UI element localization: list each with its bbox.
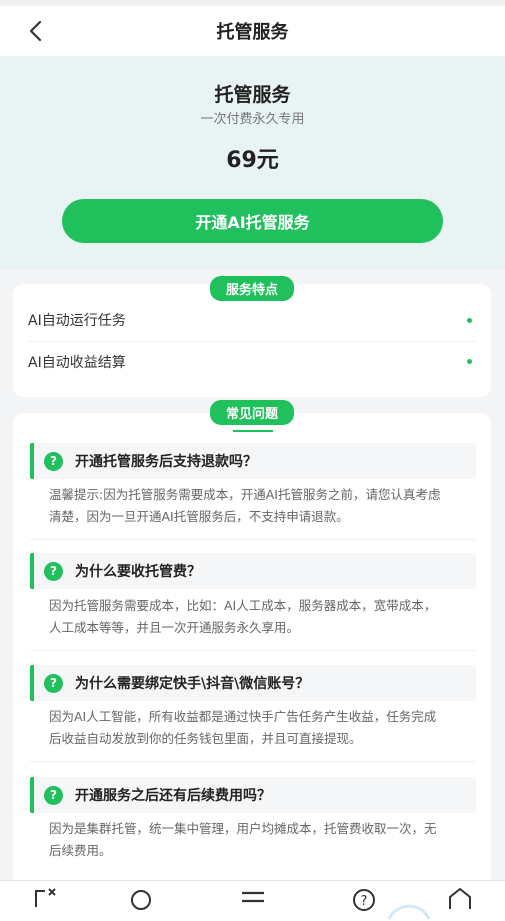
svg-text:?: ? (361, 894, 368, 909)
home-icon[interactable] (447, 885, 473, 911)
faq-answer-line: 后续费用。 (49, 843, 112, 858)
features-card: 服务特点 AI自动运行任务 AI自动收益结算 (13, 276, 491, 397)
help-icon[interactable]: ? (351, 885, 377, 911)
faq-question[interactable]: ? 为什么要收托管费？ (30, 553, 476, 589)
faq-answer-line: 人工成本等等，并且一次开通服务永久享用。 (49, 620, 300, 635)
menu-icon[interactable] (240, 885, 266, 911)
feature-item: AI自动收益结算 (28, 341, 476, 381)
navbar: 托管服务 (0, 6, 505, 56)
features-badge: 服务特点 (209, 276, 295, 301)
bottom-toolbar: ? (0, 880, 505, 921)
back-button[interactable] (22, 16, 48, 46)
faq-answer: 因为是集群托管，统一集中管理，用户均摊成本，托管费收取一次，无 后续费用。 (49, 818, 469, 862)
faq-answer: 因为托管服务需要成本，比如：AI人工成本，服务器成本，宽带成本， 人工成本等等，… (49, 595, 469, 639)
faq-question[interactable]: ? 开通服务之后还有后续费用吗？ (30, 777, 476, 813)
faq-answer-line: 因为是集群托管，统一集中管理，用户均摊成本，托管费收取一次，无 (49, 821, 437, 836)
feature-item: AI自动运行任务 (28, 300, 476, 340)
page-title: 托管服务 (216, 22, 289, 43)
faq-question[interactable]: ? 开通托管服务后支持退款吗？ (30, 443, 476, 479)
feature-label: AI自动收益结算 (28, 354, 126, 371)
faq-answer: 温馨提示:因为托管服务需要成本，开通AI托管服务之前，请您认真考虑 清楚，因为一… (49, 484, 469, 528)
chevron-left-icon (29, 20, 42, 42)
hero-section: 托管服务 一次付费永久专用 69元 开通AI托管服务 (0, 56, 505, 270)
divider (30, 650, 476, 651)
service-title: 托管服务 (214, 84, 291, 106)
faq-question-text: 为什么需要绑定快手\抖音\微信账号？ (75, 676, 310, 692)
faq-answer-line: 因为AI人工智能，所有收益都是通过快手广告任务产生收益，任务完成 (49, 709, 437, 724)
question-icon: ? (44, 561, 63, 581)
feature-label: AI自动运行任务 (28, 313, 126, 329)
faq-answer-line: 后收益自动发放到你的任务钱包里面，并且可直接提现。 (49, 731, 362, 746)
screenshot-icon[interactable] (33, 885, 59, 911)
faq-card: 常见问题 ? 开通托管服务后支持退款吗？ 温馨提示:因为托管服务需要成本，开通A… (13, 400, 491, 903)
service-price: 69元 (226, 148, 279, 173)
highlight-ring (387, 904, 431, 920)
question-icon: ? (44, 785, 63, 805)
faq-underline (233, 430, 273, 432)
divider (30, 539, 476, 540)
dot-icon (467, 359, 472, 364)
question-icon: ? (44, 673, 63, 693)
faq-question[interactable]: ? 为什么需要绑定快手\抖音\微信账号？ (30, 665, 476, 701)
faq-question-text: 开通托管服务后支持退款吗？ (75, 454, 257, 470)
divider (30, 761, 476, 762)
faq-question-text: 开通服务之后还有后续费用吗？ (75, 788, 271, 804)
faq-answer: 因为AI人工智能，所有收益都是通过快手广告任务产生收益，任务完成 后收益自动发放… (49, 706, 469, 750)
faq-badge: 常见问题 (209, 400, 295, 425)
open-service-button[interactable]: 开通AI托管服务 (62, 199, 443, 243)
dot-icon (467, 317, 472, 323)
faq-answer-line: 清楚，因为一旦开通AI托管服务后，不支持申请退款。 (49, 509, 349, 524)
search-icon[interactable] (128, 885, 154, 911)
question-icon: ? (44, 451, 63, 471)
faq-question-text: 为什么要收托管费？ (75, 564, 201, 580)
faq-answer-line: 温馨提示:因为托管服务需要成本，开通AI托管服务之前，请您认真考虑 (49, 487, 441, 502)
service-subtitle: 一次付费永久专用 (200, 112, 305, 127)
faq-answer-line: 因为托管服务需要成本，比如：AI人工成本，服务器成本，宽带成本， (49, 598, 437, 613)
